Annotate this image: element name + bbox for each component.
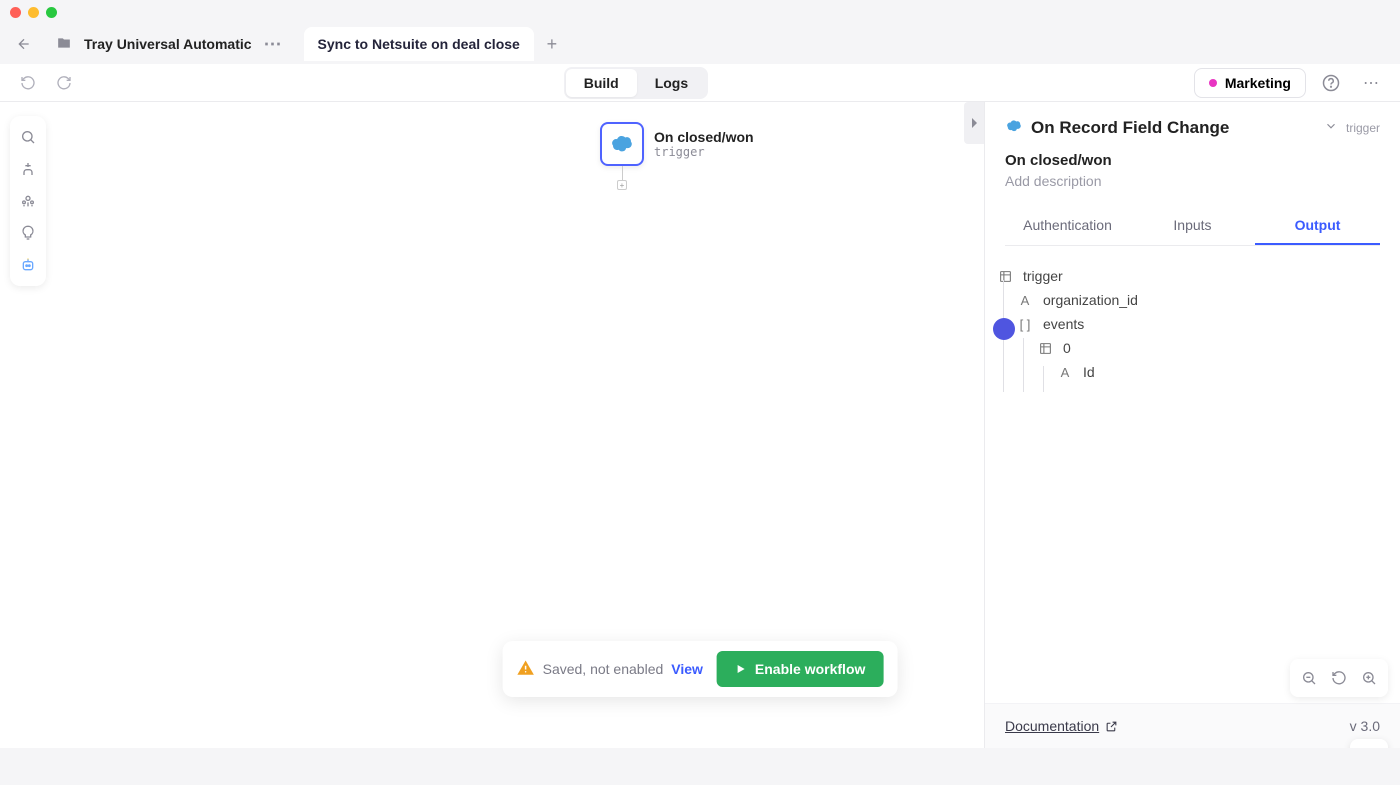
tool-palette (10, 116, 46, 286)
close-window-icon[interactable] (10, 7, 21, 18)
zoom-out-button[interactable] (1296, 665, 1322, 691)
zoom-controls (1290, 659, 1388, 697)
undo-button[interactable] (14, 69, 42, 97)
maximize-window-icon[interactable] (46, 7, 57, 18)
view-segment: Build Logs (564, 67, 708, 99)
workspace-color-icon (1209, 79, 1217, 87)
enable-label: Enable workflow (755, 661, 865, 677)
panel-title: On Record Field Change (1031, 118, 1316, 138)
node-labels: On closed/won trigger (654, 129, 754, 159)
team-tool[interactable] (13, 186, 43, 216)
panel-type-badge: trigger (1346, 121, 1380, 135)
output-tree: trigger A organization_id [ ] events 0 A… (985, 246, 1400, 703)
logs-tab[interactable]: Logs (637, 69, 706, 97)
help-button[interactable] (1316, 68, 1346, 98)
add-tab-button[interactable]: + (538, 30, 566, 58)
tab-menu-icon[interactable]: ⋯ (260, 34, 286, 55)
hint-tool[interactable] (13, 218, 43, 248)
documentation-link[interactable]: Documentation (1005, 718, 1118, 734)
status-text: Saved, not enabled (543, 661, 664, 677)
add-step-button[interactable]: + (617, 180, 627, 190)
tree-node-events[interactable]: [ ] events (997, 312, 1388, 336)
salesforce-icon (600, 122, 644, 166)
array-icon: [ ] (1017, 317, 1033, 332)
tree-label: events (1043, 316, 1084, 332)
tree-label: organization_id (1043, 292, 1138, 308)
panel-collapse-button[interactable] (964, 102, 984, 144)
enable-workflow-button[interactable]: Enable workflow (717, 651, 883, 687)
back-button[interactable] (10, 30, 38, 58)
tree-label: 0 (1063, 340, 1071, 356)
tab-label: Sync to Netsuite on deal close (318, 36, 520, 52)
workspace-label: Marketing (1225, 75, 1291, 91)
tab-authentication[interactable]: Authentication (1005, 207, 1130, 245)
tree-node-index[interactable]: 0 (997, 336, 1388, 360)
string-icon: A (1057, 365, 1073, 380)
zoom-in-button[interactable] (1356, 665, 1382, 691)
property-panel: On Record Field Change trigger On closed… (984, 102, 1400, 748)
object-icon (1037, 342, 1053, 355)
play-icon (735, 663, 747, 675)
tab-inputs[interactable]: Inputs (1130, 207, 1255, 245)
minimize-window-icon[interactable] (28, 7, 39, 18)
window-traffic-lights (0, 0, 1400, 24)
redo-button[interactable] (50, 69, 78, 97)
workspace-selector[interactable]: Marketing (1194, 68, 1306, 98)
node-title: On closed/won (654, 129, 754, 145)
external-link-icon (1105, 720, 1118, 733)
tree-node-id[interactable]: A Id (997, 360, 1388, 384)
more-button[interactable]: ⋯ (1356, 68, 1386, 98)
build-tab[interactable]: Build (566, 69, 637, 97)
panel-description-input[interactable]: Add description (1005, 173, 1380, 189)
ai-tool[interactable] (13, 250, 43, 280)
folder-icon (56, 36, 72, 53)
search-tool[interactable] (13, 122, 43, 152)
version-label: v 3.0 (1350, 718, 1380, 734)
string-icon: A (1017, 293, 1033, 308)
tree-label: trigger (1023, 268, 1063, 284)
tree-node-org[interactable]: A organization_id (997, 288, 1388, 312)
connector-tool[interactable] (13, 154, 43, 184)
canvas[interactable]: On closed/won trigger + On Record Field … (0, 102, 1400, 748)
tab-output[interactable]: Output (1255, 207, 1380, 245)
workflow-trigger-node[interactable]: On closed/won trigger (600, 122, 754, 166)
status-bar: Saved, not enabled View Enable workflow (503, 641, 898, 697)
tree-label: Id (1083, 364, 1095, 380)
warning-icon (517, 659, 535, 680)
tab-workflow[interactable]: Sync to Netsuite on deal close (304, 27, 534, 61)
tab-project[interactable]: Tray Universal Automatic ⋯ (42, 27, 300, 61)
bottom-gutter (0, 748, 1400, 785)
node-connector: + (618, 166, 626, 190)
object-icon (997, 270, 1013, 283)
tabbar: Tray Universal Automatic ⋯ Sync to Netsu… (0, 24, 1400, 64)
panel-subtitle: On closed/won (1005, 152, 1380, 169)
doc-link-label: Documentation (1005, 718, 1099, 734)
zoom-fit-button[interactable] (1326, 665, 1352, 691)
toolbar: Build Logs Marketing ⋯ (0, 64, 1400, 102)
salesforce-icon (1005, 119, 1023, 138)
chevron-down-icon[interactable] (1324, 119, 1338, 138)
tab-label: Tray Universal Automatic (84, 36, 252, 52)
node-subtitle: trigger (654, 145, 754, 159)
drag-handle-icon[interactable] (993, 318, 1015, 340)
tree-node-root[interactable]: trigger (997, 264, 1388, 288)
view-link[interactable]: View (671, 661, 703, 677)
